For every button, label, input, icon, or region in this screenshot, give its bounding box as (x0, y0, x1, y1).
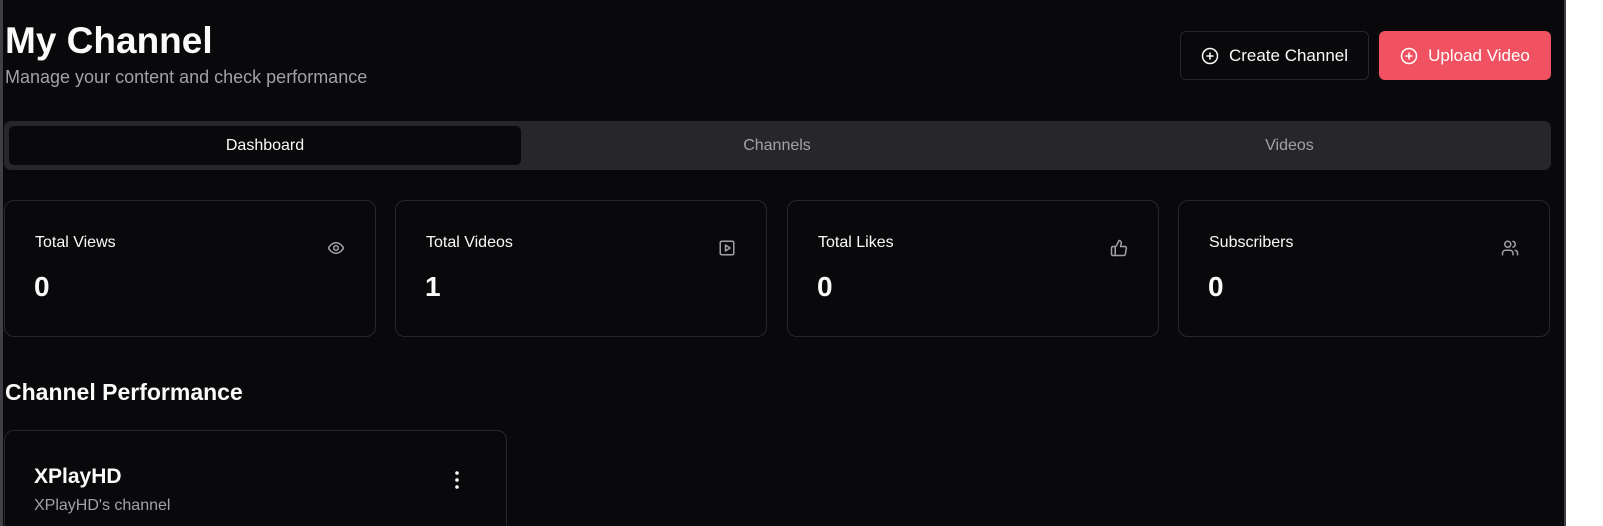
tab-channels[interactable]: Channels (522, 126, 1032, 165)
stat-label: Total Videos (426, 234, 513, 251)
stat-value: 0 (817, 271, 833, 302)
page-subtitle: Manage your content and check performanc… (5, 67, 368, 87)
create-channel-button[interactable]: Create Channel (1180, 31, 1369, 80)
thumbs-up-icon (1110, 239, 1128, 257)
plus-circle-icon (1400, 47, 1418, 65)
stat-value: 1 (425, 271, 441, 302)
upload-video-button[interactable]: Upload Video (1379, 31, 1551, 80)
channel-name: XPlayHD (34, 465, 122, 488)
more-vertical-icon[interactable] (448, 470, 466, 490)
upload-video-label: Upload Video (1428, 45, 1530, 65)
stat-card-total-videos: Total Videos 1 (395, 200, 767, 337)
stat-card-total-views: Total Views 0 (4, 200, 376, 337)
tab-dashboard[interactable]: Dashboard (9, 126, 521, 165)
stat-label: Subscribers (1209, 234, 1294, 251)
stat-value: 0 (34, 271, 50, 302)
left-border (0, 0, 3, 526)
stat-card-total-likes: Total Likes 0 (787, 200, 1159, 337)
channel-description: XPlayHD's channel (34, 497, 171, 514)
page-title: My Channel (5, 20, 213, 61)
window-right-margin (1566, 0, 1603, 526)
plus-circle-icon (1201, 47, 1219, 65)
stat-label: Total Views (35, 234, 116, 251)
page-root: My Channel Manage your content and check… (0, 0, 1603, 526)
stat-label: Total Likes (818, 234, 894, 251)
stat-value: 0 (1208, 271, 1224, 302)
users-icon (1501, 239, 1519, 257)
section-title-channel-performance: Channel Performance (5, 379, 243, 405)
channel-card[interactable]: XPlayHD XPlayHD's channel (4, 430, 507, 526)
stat-card-subscribers: Subscribers 0 (1178, 200, 1550, 337)
tab-videos[interactable]: Videos (1034, 126, 1545, 165)
eye-icon (327, 239, 345, 257)
play-square-icon (718, 239, 736, 257)
tab-list: Dashboard Channels Videos (4, 121, 1551, 170)
create-channel-label: Create Channel (1228, 45, 1349, 65)
